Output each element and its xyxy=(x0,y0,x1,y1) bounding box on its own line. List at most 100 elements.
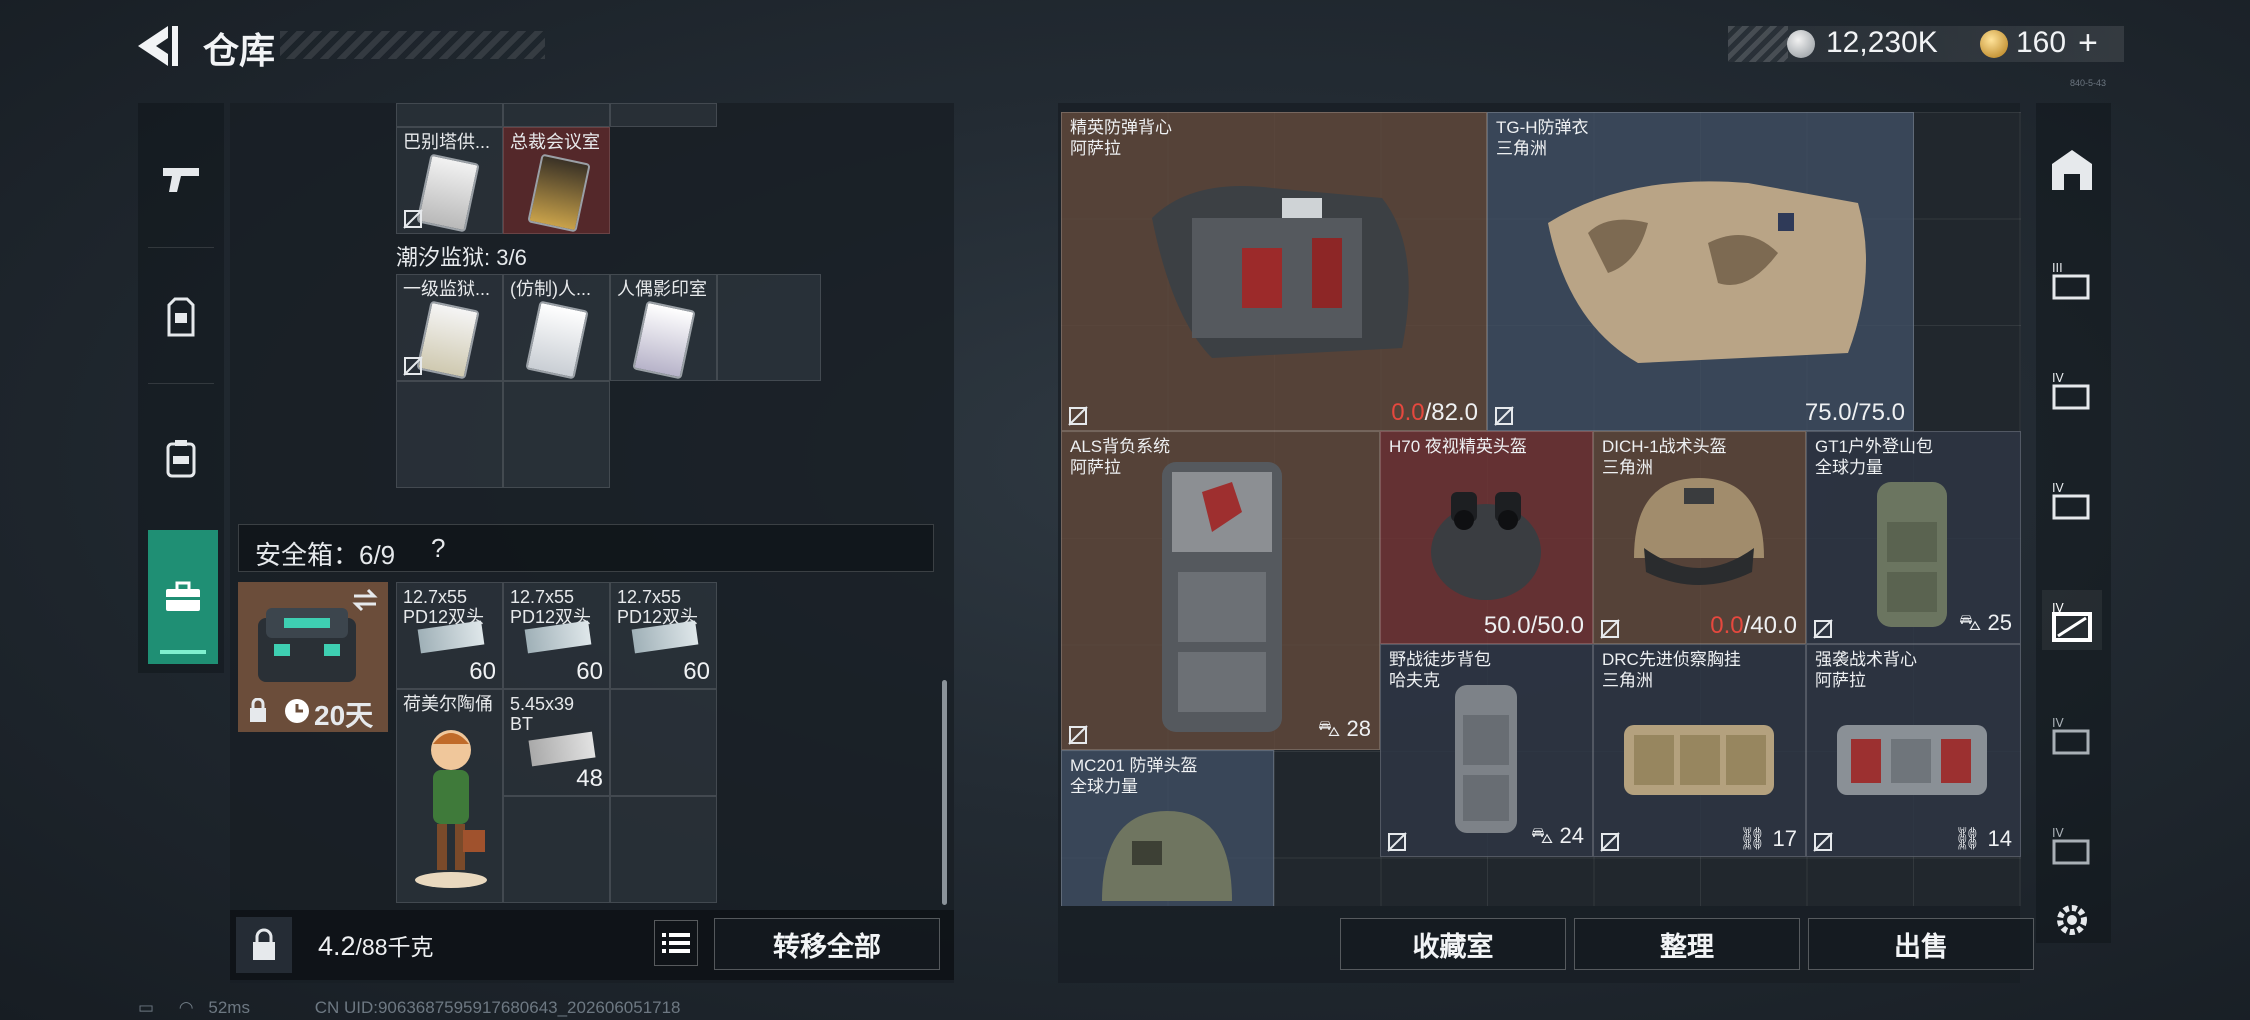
item-label: (仿制)人... xyxy=(510,279,591,299)
night-vision-helmet-icon xyxy=(1431,492,1541,600)
backpack-icon xyxy=(166,440,196,478)
add-gold-button[interactable]: + xyxy=(2078,24,2098,63)
item-capacity: ⛓ 17 xyxy=(1738,826,1797,851)
grid-cell[interactable] xyxy=(717,274,821,381)
grid-cell[interactable] xyxy=(503,796,610,903)
bag-icon: ⛍ xyxy=(1958,610,1988,635)
nav-backpack[interactable] xyxy=(138,393,224,523)
no-trade-icon xyxy=(1068,406,1088,426)
item-label: 5.45x39 BT xyxy=(510,694,575,734)
item-count: 48 xyxy=(576,765,603,792)
warehouse-tab-4[interactable]: IV xyxy=(2042,590,2102,650)
back-arrow-icon xyxy=(138,26,178,66)
item-label: 总裁会议室 xyxy=(510,132,600,152)
keycard-item[interactable]: 人偶影印室 xyxy=(610,274,717,381)
storage-icon: IV xyxy=(2052,481,2090,520)
inventory-item[interactable]: DRC先进侦察胸挂 三角洲 ⛓ 17 xyxy=(1593,644,1806,857)
warehouse-tab-2[interactable]: IV xyxy=(2042,360,2102,420)
warehouse-tab-1[interactable]: III xyxy=(2042,250,2102,310)
ammo-box-icon xyxy=(528,731,596,767)
item-name: MC201 防弹头盔 xyxy=(1070,756,1198,775)
no-trade-icon xyxy=(403,356,423,376)
warehouse-tab-all[interactable] xyxy=(2042,140,2102,200)
nav-safe-box[interactable] xyxy=(148,530,218,664)
sort-button[interactable]: 整理 xyxy=(1574,918,1800,970)
wifi-icon: ◠ xyxy=(178,998,194,1017)
clock-icon xyxy=(285,699,309,723)
inventory-item[interactable]: 野战徒步背包 哈夫克 ⛍ 24 xyxy=(1380,644,1593,857)
help-button[interactable]: ? xyxy=(431,533,445,564)
svg-text:IV: IV xyxy=(2052,826,2065,840)
grid-cell[interactable] xyxy=(503,381,610,488)
settings-button[interactable] xyxy=(2052,900,2092,940)
keycard-item[interactable]: (仿制)人... xyxy=(503,274,610,381)
weight-value: 4.2 xyxy=(318,931,356,961)
sell-button[interactable]: 出售 xyxy=(1808,918,2034,970)
silver-coin-icon xyxy=(1787,30,1815,58)
item-label: 人偶影印室 xyxy=(617,279,707,299)
collection-room-button[interactable]: 收藏室 xyxy=(1340,918,1566,970)
durability-max: /50.0 xyxy=(1530,612,1584,639)
keycard-item[interactable]: 总裁会议室 xyxy=(503,127,610,234)
hiking-backpack-icon xyxy=(1877,482,1947,627)
grid-cell[interactable] xyxy=(610,103,717,127)
item-durability: 50.0/50.0 xyxy=(1484,612,1584,640)
vest-icon xyxy=(1152,186,1409,358)
warehouse-tab-3[interactable]: IV xyxy=(2042,470,2102,530)
gear-icon xyxy=(2057,905,2087,935)
ammo-item[interactable]: 12.7x55 PD12双头 60 xyxy=(503,582,610,689)
inventory-item[interactable]: DICH-1战术头盔 三角洲 0.0/40.0 xyxy=(1593,431,1806,644)
grid-cell[interactable] xyxy=(396,381,503,488)
keycard-icon xyxy=(416,153,480,233)
title-stripe-decoration xyxy=(280,31,545,59)
back-button[interactable] xyxy=(132,20,192,72)
backpack-icon xyxy=(1162,462,1282,732)
inventory-item[interactable]: H70 夜视精英头盔 50.0/50.0 xyxy=(1380,431,1593,644)
safe-box-header: 安全箱：6/9 ? xyxy=(238,524,934,572)
grid-cell[interactable] xyxy=(610,796,717,903)
inventory-item[interactable]: GT1户外登山包 全球力量 ⛍ 25 xyxy=(1806,431,2021,644)
warehouse-icon xyxy=(2052,150,2092,190)
inventory-item[interactable]: 强袭战术背心 阿萨拉 ⛓ 14 xyxy=(1806,644,2021,857)
item-name: 野战徒步背包 xyxy=(1389,650,1491,669)
figurine-icon xyxy=(415,730,487,888)
list-view-button[interactable] xyxy=(654,920,698,966)
nav-armor[interactable] xyxy=(138,252,224,382)
item-origin: 阿萨拉 xyxy=(1070,139,1121,158)
durability-current: 50.0 xyxy=(1483,612,1531,639)
inventory-item[interactable]: MC201 防弹头盔 全球力量 xyxy=(1061,750,1274,906)
assault-vest-icon xyxy=(1837,725,1987,795)
safe-box-container[interactable]: 20天 xyxy=(238,582,388,732)
warehouse-tab-6[interactable]: IV xyxy=(2042,815,2102,875)
ammo-item[interactable]: 5.45x39 BT 48 xyxy=(503,689,610,796)
durability-current: 75.0 xyxy=(1804,399,1852,426)
lock-icon xyxy=(250,698,266,722)
rig-icon: ⛓ xyxy=(1738,826,1773,851)
warehouse-tab-5[interactable]: IV xyxy=(2042,705,2102,765)
ammo-item[interactable]: 12.7x55 PD12双头 60 xyxy=(610,582,717,689)
grid-cell[interactable] xyxy=(503,103,610,127)
keycard-icon xyxy=(525,300,589,380)
gold-amount: 160 xyxy=(2016,26,2067,59)
item-origin: 哈夫克 xyxy=(1389,671,1440,690)
inventory-item[interactable]: 精英防弹背心 阿萨拉 0.0/82.0 xyxy=(1061,112,1487,431)
figurine-item[interactable]: 荷美尔陶俑 xyxy=(396,689,503,903)
grid-cell[interactable] xyxy=(396,103,503,127)
durability-current: 0.0 xyxy=(1391,399,1425,426)
storage-icon: IV xyxy=(2052,826,2090,865)
scrollbar[interactable] xyxy=(942,680,947,905)
ammo-item[interactable]: 12.7x55 PD12双头 60 xyxy=(396,582,503,689)
inventory-item[interactable]: ALS背负系统 阿萨拉 ⛍ 28 xyxy=(1061,431,1380,750)
inventory-item[interactable]: TG-H防弹衣 三角洲 75.0/75.0 xyxy=(1487,112,1914,431)
grid-cell[interactable] xyxy=(610,689,717,796)
nav-weapons[interactable] xyxy=(138,113,224,243)
durability-max: /75.0 xyxy=(1851,399,1905,426)
lock-button[interactable] xyxy=(236,917,292,973)
keycard-item[interactable]: 巴别塔供... xyxy=(396,127,503,234)
keycard-item[interactable]: 一级监狱... xyxy=(396,274,503,381)
transfer-all-button[interactable]: 转移全部 xyxy=(714,918,940,970)
svg-text:III: III xyxy=(2052,261,2063,275)
item-label: 一级监狱... xyxy=(403,279,491,299)
item-name: DICH-1战术头盔 xyxy=(1602,437,1727,456)
weapon-storage-icon: III xyxy=(2052,261,2090,300)
